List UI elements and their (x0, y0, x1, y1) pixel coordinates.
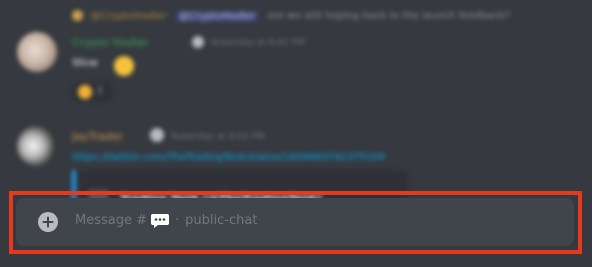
avatar[interactable] (17, 32, 57, 72)
message-author[interactable]: Crypto Hodler (72, 36, 149, 49)
message-composer[interactable]: Message # · public-chat (16, 198, 574, 246)
badge-icon (192, 36, 204, 48)
placeholder-prefix: Message # (75, 213, 148, 228)
message-timestamp: Yesterday at 8:41 PM (210, 38, 305, 48)
message-input[interactable]: Message # · public-chat (75, 213, 257, 228)
channel-name: public-chat (185, 213, 258, 228)
reply-username[interactable]: @CryptoHodler (90, 11, 166, 22)
message-text: Wow (72, 56, 98, 69)
reply-mention[interactable]: @CryptoHodler (175, 10, 259, 22)
message-link[interactable]: https://twitter.com/TheTradingTank/statu… (72, 152, 385, 163)
badge-icon (150, 128, 164, 142)
reaction-button[interactable]: 1 (72, 82, 112, 102)
reply-preview[interactable]: @CryptoHodler @CryptoHodler are we still… (72, 10, 510, 22)
channel-separator: · (175, 213, 180, 228)
message-list: @CryptoHodler @CryptoHodler are we still… (0, 0, 592, 210)
plus-circle-icon[interactable] (37, 211, 59, 233)
chat-bubble-icon (151, 213, 170, 228)
reply-avatar (72, 10, 83, 21)
reaction-emoji-icon (78, 85, 92, 99)
emoji-icon (114, 56, 134, 76)
reply-text: are we still hoping back to the launch f… (267, 10, 510, 22)
reaction-count: 1 (97, 86, 103, 96)
message-author[interactable]: JayTrader (72, 130, 123, 143)
chat-window: @CryptoHodler @CryptoHodler are we still… (0, 0, 592, 267)
avatar[interactable] (17, 126, 57, 166)
message-timestamp: Yesterday at 9:02 PM (170, 132, 265, 142)
